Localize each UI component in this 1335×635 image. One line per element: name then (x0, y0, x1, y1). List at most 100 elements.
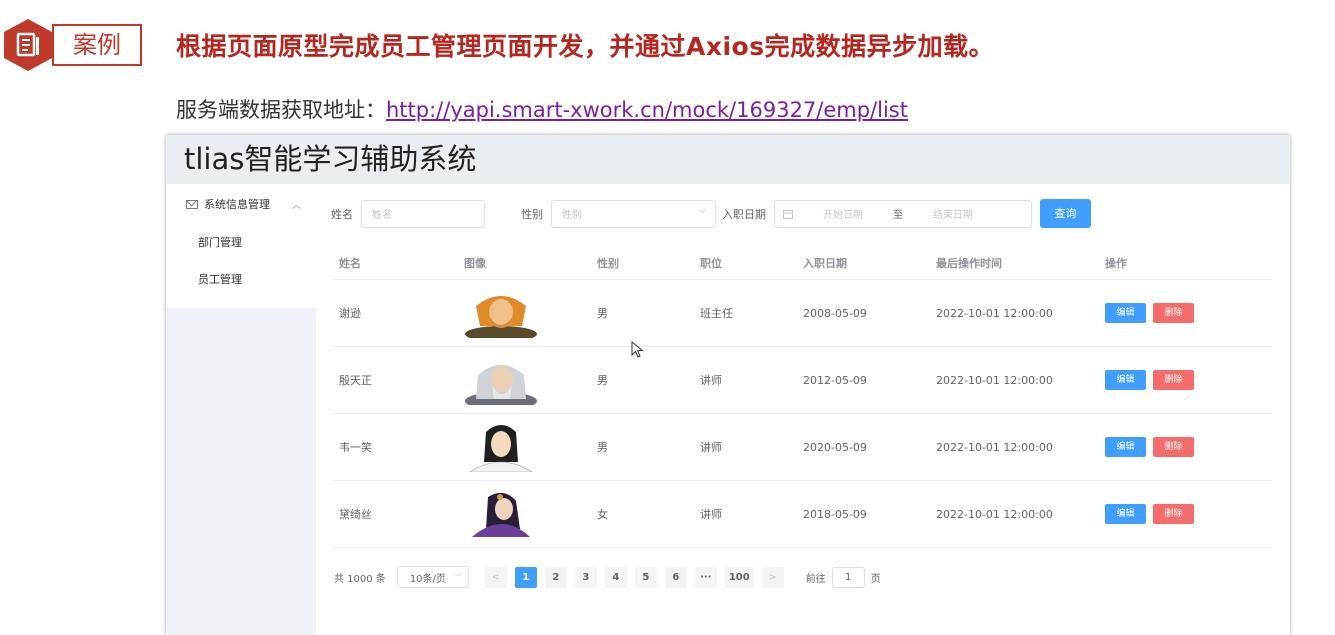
cell-name: 黛绮丝 (339, 508, 372, 521)
sidebar-item-emp[interactable]: 员工管理 (166, 261, 316, 298)
edit-button[interactable]: 编辑 (1105, 437, 1146, 457)
main-content: 姓名 姓名 性别 性别 ﹀ 入职日期 开始日期 至 结束日期 查询 姓名 图像 … (316, 184, 1290, 635)
page-size-select[interactable]: 10条/页 ﹀ (396, 566, 469, 588)
avatar-image (465, 365, 537, 405)
cell-actions: 编辑 删除 (1105, 303, 1272, 323)
cell-job: 班主任 (700, 307, 733, 320)
avatar-image (465, 296, 537, 338)
sidebar: 系统信息管理 ︿ 部门管理 员工管理 (166, 184, 316, 635)
app-window: tlias智能学习辅助系统 系统信息管理 ︿ 部门管理 员工管理 姓名 姓名 性… (166, 135, 1290, 635)
cell-job: 讲师 (700, 441, 722, 454)
header-update-time: 最后操作时间 (936, 256, 1002, 270)
cell-gender: 男 (597, 441, 608, 454)
delete-button[interactable]: 删除 (1153, 437, 1194, 457)
header-actions: 操作 (1105, 256, 1127, 270)
table-row: 黛绮丝 女 讲师 2018-05-09 2022-10-01 12:00:00 … (331, 481, 1272, 548)
table-header: 姓名 图像 性别 职位 入职日期 最后操作时间 操作 (331, 246, 1272, 280)
header-entry-date: 入职日期 (803, 256, 847, 270)
page-size-value: 10条/页 (409, 573, 446, 585)
header-image: 图像 (464, 256, 486, 270)
delete-button[interactable]: 删除 (1153, 370, 1194, 390)
cell-name: 谢逊 (339, 307, 361, 320)
chevron-down-icon: ﹀ (453, 572, 462, 582)
cell-name: 韦一笑 (339, 441, 372, 454)
cell-actions: 编辑 删除 (1105, 504, 1272, 524)
edit-button[interactable]: 编辑 (1105, 504, 1146, 524)
page-3[interactable]: 3 (574, 566, 597, 588)
query-button[interactable]: 查询 (1040, 199, 1091, 228)
case-label: 案例 (52, 24, 142, 66)
header-name: 姓名 (339, 256, 361, 270)
cell-gender: 女 (597, 508, 608, 521)
server-url-link[interactable]: http://yapi.smart-xwork.cn/mock/169327/e… (386, 98, 908, 122)
url-line: 服务端数据获取地址：http://yapi.smart-xwork.cn/moc… (176, 94, 908, 124)
goto-suffix: 页 (870, 573, 881, 585)
goto-page-input[interactable]: 1 (831, 566, 865, 588)
cell-entry-date: 2018-05-09 (803, 507, 867, 521)
table-row: 殷天正 男 讲师 2012-05-09 2022-10-01 12:00:00 … (331, 347, 1272, 414)
date-range-picker[interactable]: 开始日期 至 结束日期 (774, 199, 1032, 228)
table-row: 谢逊 男 班主任 2008-05-09 2022-10-01 12:00:00 … (331, 280, 1272, 347)
employee-table: 姓名 图像 性别 职位 入职日期 最后操作时间 操作 谢逊 男 班主任 2008… (331, 246, 1272, 548)
pagination: 共 1000 条 10条/页 ﹀ < 1 2 3 4 5 6 ··· 100 >… (334, 566, 881, 588)
cell-image (464, 288, 597, 338)
cell-entry-date: 2008-05-09 (803, 306, 867, 320)
page-4[interactable]: 4 (604, 566, 627, 588)
page-ellipsis[interactable]: ··· (694, 566, 717, 588)
cell-gender: 男 (597, 307, 608, 320)
range-separator: 至 (893, 210, 903, 221)
page-5[interactable]: 5 (634, 566, 657, 588)
cell-image (464, 422, 597, 472)
cell-update-time: 2022-10-01 12:00:00 (936, 306, 1053, 320)
search-form: 姓名 姓名 性别 性别 ﹀ 入职日期 开始日期 至 结束日期 查询 (331, 199, 1091, 228)
calendar-icon (783, 209, 793, 219)
delete-button[interactable]: 删除 (1153, 303, 1194, 323)
gender-label: 性别 (521, 207, 543, 221)
app-title: tlias智能学习辅助系统 (166, 135, 1290, 184)
delete-button[interactable]: 删除 (1153, 504, 1194, 524)
cell-gender: 男 (597, 374, 608, 387)
cell-update-time: 2022-10-01 12:00:00 (936, 373, 1053, 387)
gender-placeholder: 性别 (562, 210, 582, 221)
end-date-placeholder: 结束日期 (933, 210, 973, 221)
entry-date-label: 入职日期 (722, 207, 766, 221)
cell-name: 殷天正 (339, 374, 372, 387)
total-count: 共 1000 条 (334, 573, 386, 585)
prev-page-button[interactable]: < (484, 566, 507, 588)
edit-button[interactable]: 编辑 (1105, 370, 1146, 390)
submenu-label: 系统信息管理 (204, 198, 270, 211)
mouse-cursor-icon (631, 341, 644, 358)
chevron-up-icon: ︿ (292, 200, 302, 211)
submenu-system-info[interactable]: 系统信息管理 ︿ (166, 184, 316, 224)
header-gender: 性别 (597, 256, 619, 270)
name-label: 姓名 (331, 207, 353, 221)
name-input[interactable]: 姓名 (361, 199, 485, 228)
avatar-image (469, 425, 533, 472)
sidebar-item-dept[interactable]: 部门管理 (166, 224, 316, 261)
goto-label: 前往 (805, 573, 826, 585)
message-icon (186, 199, 198, 209)
cell-actions: 编辑 删除 (1105, 370, 1272, 390)
cell-update-time: 2022-10-01 12:00:00 (936, 440, 1053, 454)
chevron-down-icon: ﹀ (697, 210, 707, 220)
next-page-button[interactable]: > (761, 566, 784, 588)
gender-select[interactable]: 性别 ﹀ (551, 199, 716, 228)
page-100[interactable]: 100 (724, 566, 754, 588)
page-1[interactable]: 1 (514, 566, 537, 588)
start-date-placeholder: 开始日期 (823, 210, 863, 221)
edit-button[interactable]: 编辑 (1105, 303, 1146, 323)
cell-image (464, 489, 597, 539)
page-6[interactable]: 6 (664, 566, 687, 588)
cell-job: 讲师 (700, 374, 722, 387)
cell-entry-date: 2020-05-09 (803, 440, 867, 454)
cell-entry-date: 2012-05-09 (803, 373, 867, 387)
name-placeholder: 姓名 (372, 210, 392, 221)
cell-actions: 编辑 删除 (1105, 437, 1272, 457)
header-job: 职位 (700, 256, 722, 270)
url-prefix: 服务端数据获取地址： (176, 98, 386, 122)
cell-job: 讲师 (700, 508, 722, 521)
avatar-image (472, 492, 530, 537)
cell-update-time: 2022-10-01 12:00:00 (936, 507, 1053, 521)
sidebar-menu: 系统信息管理 ︿ 部门管理 员工管理 (166, 184, 316, 308)
page-2[interactable]: 2 (544, 566, 567, 588)
